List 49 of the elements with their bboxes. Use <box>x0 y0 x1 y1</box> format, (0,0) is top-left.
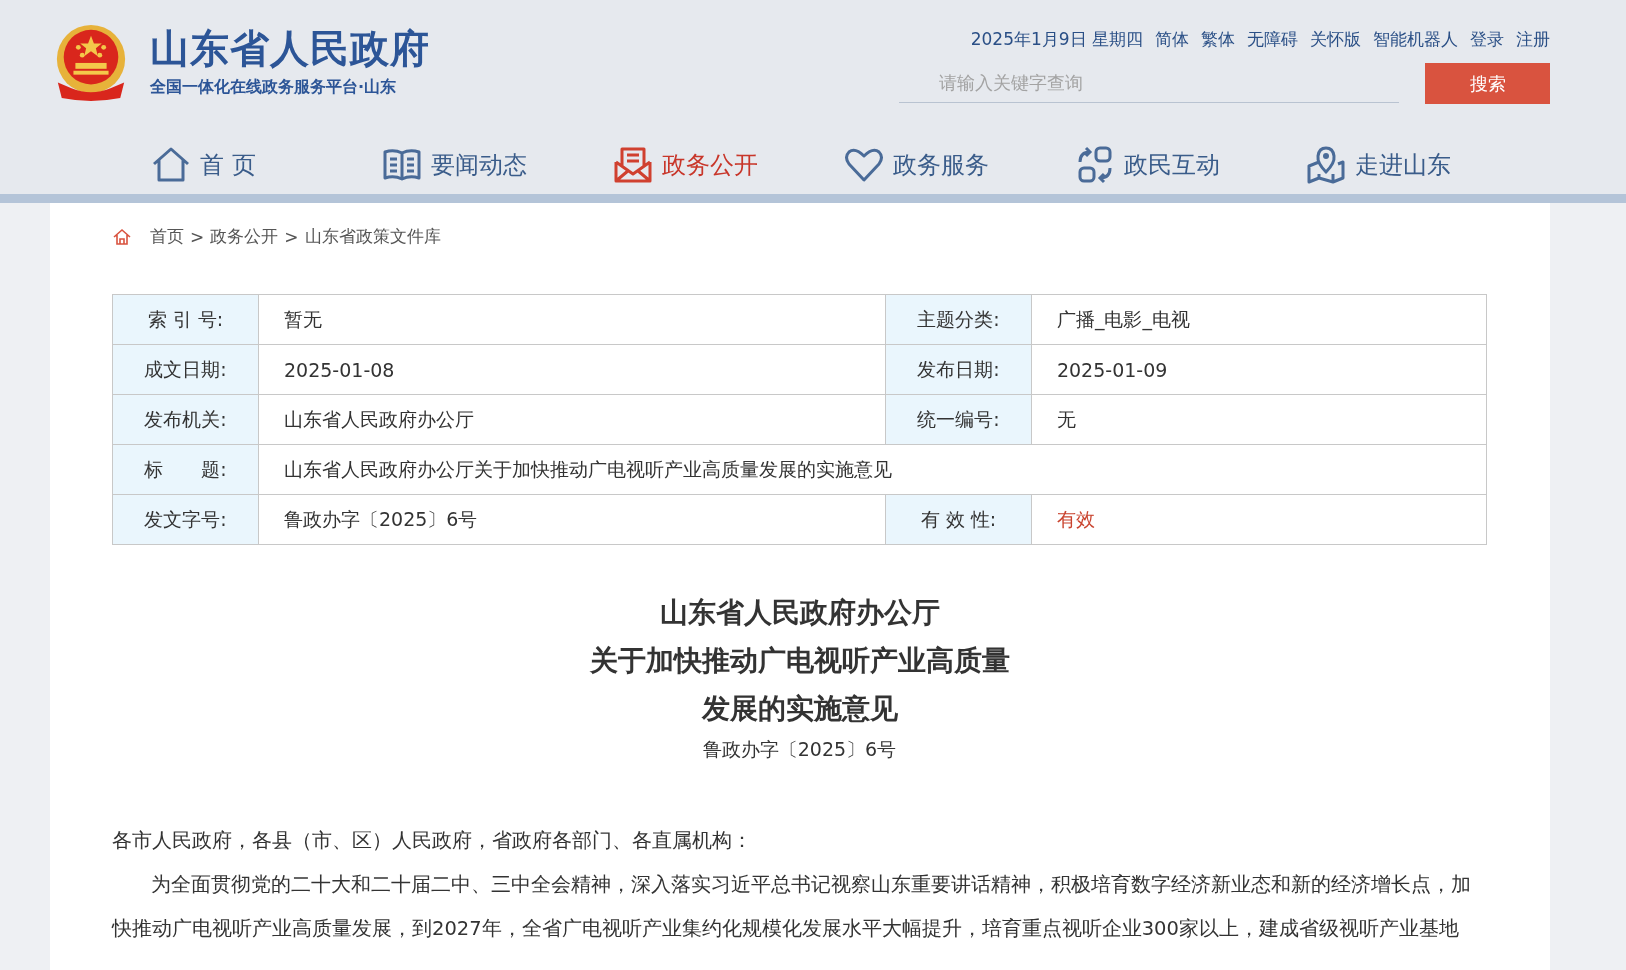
field-value: 广播_电影_电视 <box>1031 294 1487 345</box>
field-label: 索 引 号: <box>112 294 259 345</box>
document-title: 关于加快推动广电视听产业高质量 <box>588 643 1011 679</box>
breadcrumb-separator: > <box>284 226 299 247</box>
field-label: 统一编号: <box>885 394 1032 445</box>
top-link[interactable]: 注册 <box>1516 28 1550 51</box>
top-link[interactable]: 无障碍 <box>1247 28 1298 51</box>
field-value: 暂无 <box>258 294 886 345</box>
nav-tab[interactable]: 走进山东 <box>1305 144 1536 186</box>
field-label: 成文日期: <box>112 344 259 395</box>
field-value: 2025-01-08 <box>258 344 886 395</box>
body-paragraph: 为全面贯彻党的二十大和二十届二中、三中全会精神，深入落实习近平总书记视察山东重要讲话精神，积极培育数字经济新业态和新的经济增长点，加快推动广电视听产业高质量发展，到2027年，全省广电视听产业集约化规模化发展水平大幅提升，培育重点视听企业300家以上，建成省级视听产业基地 <box>112 872 1472 942</box>
top-link[interactable]: 简体 <box>1155 28 1189 51</box>
field-label: 发布机关: <box>112 394 259 445</box>
field-label: 有 效 性: <box>885 494 1032 545</box>
field-value: 2025-01-09 <box>1031 344 1487 395</box>
top-link[interactable]: 繁体 <box>1201 28 1235 51</box>
date-text: 2025年1月9日 星期四 <box>970 28 1143 51</box>
document-title: 山东省人民政府办公厅 <box>658 595 941 631</box>
document-number: 鲁政办字〔2025〕6号 <box>701 737 898 762</box>
field-label: 发文字号: <box>112 494 259 545</box>
field-value: 有效 <box>1031 494 1487 545</box>
breadcrumb-link[interactable]: 山东省政策文件库 <box>304 225 441 248</box>
document-title: 发展的实施意见 <box>700 691 899 727</box>
top-link[interactable]: 智能机器人 <box>1373 28 1458 51</box>
site-title: 山东省人民政府 <box>150 24 430 73</box>
field-value: 无 <box>1031 394 1487 445</box>
breadcrumb-separator: > <box>190 226 205 247</box>
site-subtitle: 全国一体化在线政务服务平台·山东 <box>150 76 398 98</box>
salutation-text: 各市人民政府，各县（市、区）人民政府，省政府各部门、各直属机构： <box>112 828 753 854</box>
breadcrumb-link[interactable]: 首页 <box>150 225 184 248</box>
field-label: 主题分类: <box>885 294 1032 345</box>
field-label: 发布日期: <box>885 344 1032 395</box>
top-link[interactable]: 关怀版 <box>1310 28 1361 51</box>
top-link[interactable]: 登录 <box>1470 28 1504 51</box>
nav-tab[interactable]: 要闻动态 <box>381 144 612 186</box>
search-button[interactable]: 搜索 <box>1425 63 1550 104</box>
nav-tab[interactable]: 政务服务 <box>843 144 1074 186</box>
home-icon <box>112 226 132 247</box>
nav-tab[interactable]: 政务公开 <box>612 144 843 186</box>
field-value: 鲁政办字〔2025〕6号 <box>258 494 886 545</box>
nav-tab[interactable]: 政民互动 <box>1074 144 1305 186</box>
field-label: 标 题: <box>112 444 259 495</box>
field-value: 山东省人民政府办公厅 <box>258 394 886 445</box>
breadcrumb-link[interactable]: 政务公开 <box>210 225 279 248</box>
nav-tab[interactable]: 首 页 <box>150 144 381 186</box>
field-value: 山东省人民政府办公厅关于加快推动广电视听产业高质量发展的实施意见 <box>258 444 1487 495</box>
map-pin-icon <box>1305 144 1347 186</box>
search-field[interactable]: 请输入关键字查询 <box>899 63 1399 103</box>
